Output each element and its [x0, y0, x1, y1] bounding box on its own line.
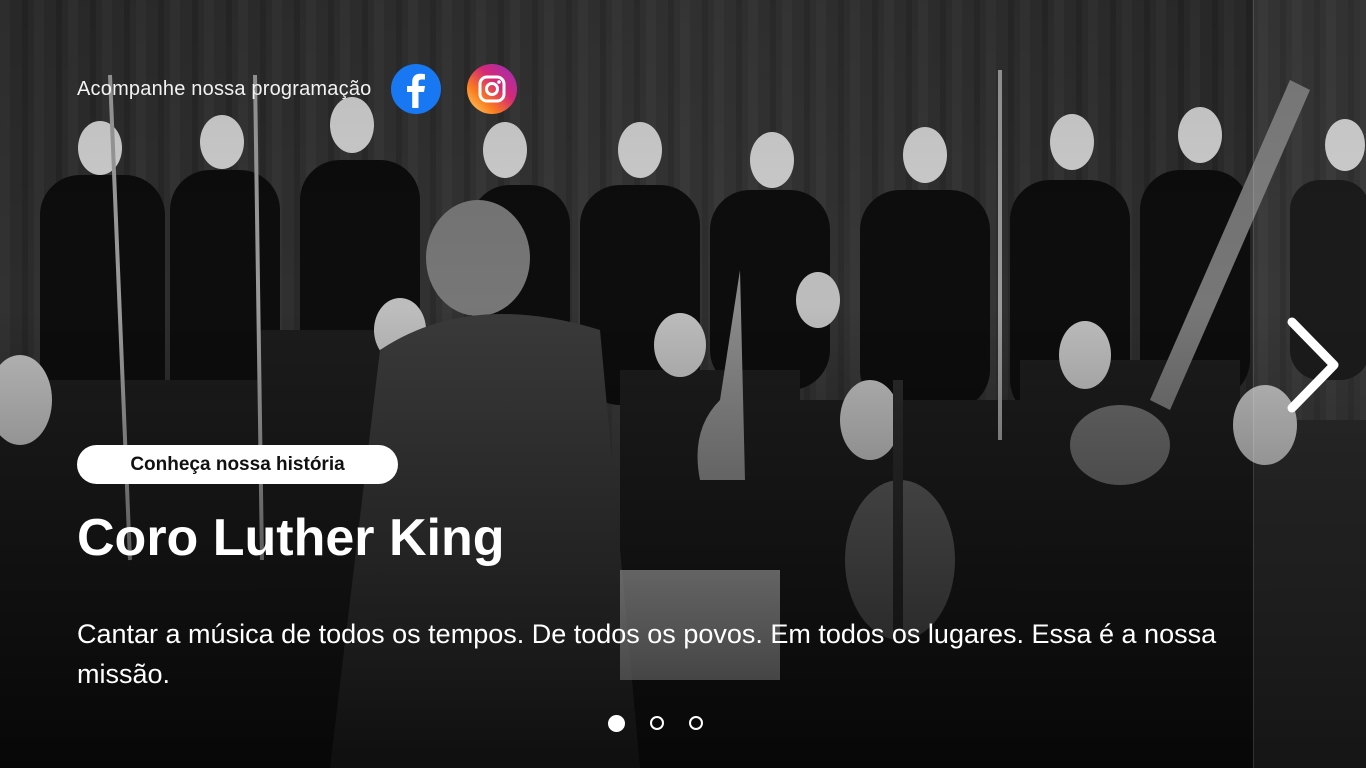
carousel-dot-3[interactable] [689, 716, 703, 730]
carousel-dot-1[interactable] [608, 714, 625, 732]
hero-title: Coro Luther King [77, 509, 505, 567]
carousel-dot-2[interactable] [650, 716, 664, 730]
next-slide-button[interactable] [1278, 310, 1348, 420]
facebook-icon [391, 64, 442, 114]
next-slide-panel[interactable] [1253, 0, 1366, 768]
chevron-right-icon [1287, 317, 1339, 413]
social-follow-bar: Acompanhe nossa programação [77, 64, 518, 114]
instagram-link[interactable] [467, 64, 518, 114]
hero-carousel: Acompanhe nossa programação Conheça noss… [0, 0, 1366, 768]
facebook-link[interactable] [391, 64, 442, 114]
follow-text: Acompanhe nossa programação [77, 77, 372, 100]
instagram-icon [467, 64, 518, 114]
hero-subtitle: Cantar a música de todos os tempos. De t… [77, 619, 1217, 689]
our-history-button[interactable]: Conheça nossa história [77, 445, 398, 484]
carousel-indicators [608, 712, 703, 734]
